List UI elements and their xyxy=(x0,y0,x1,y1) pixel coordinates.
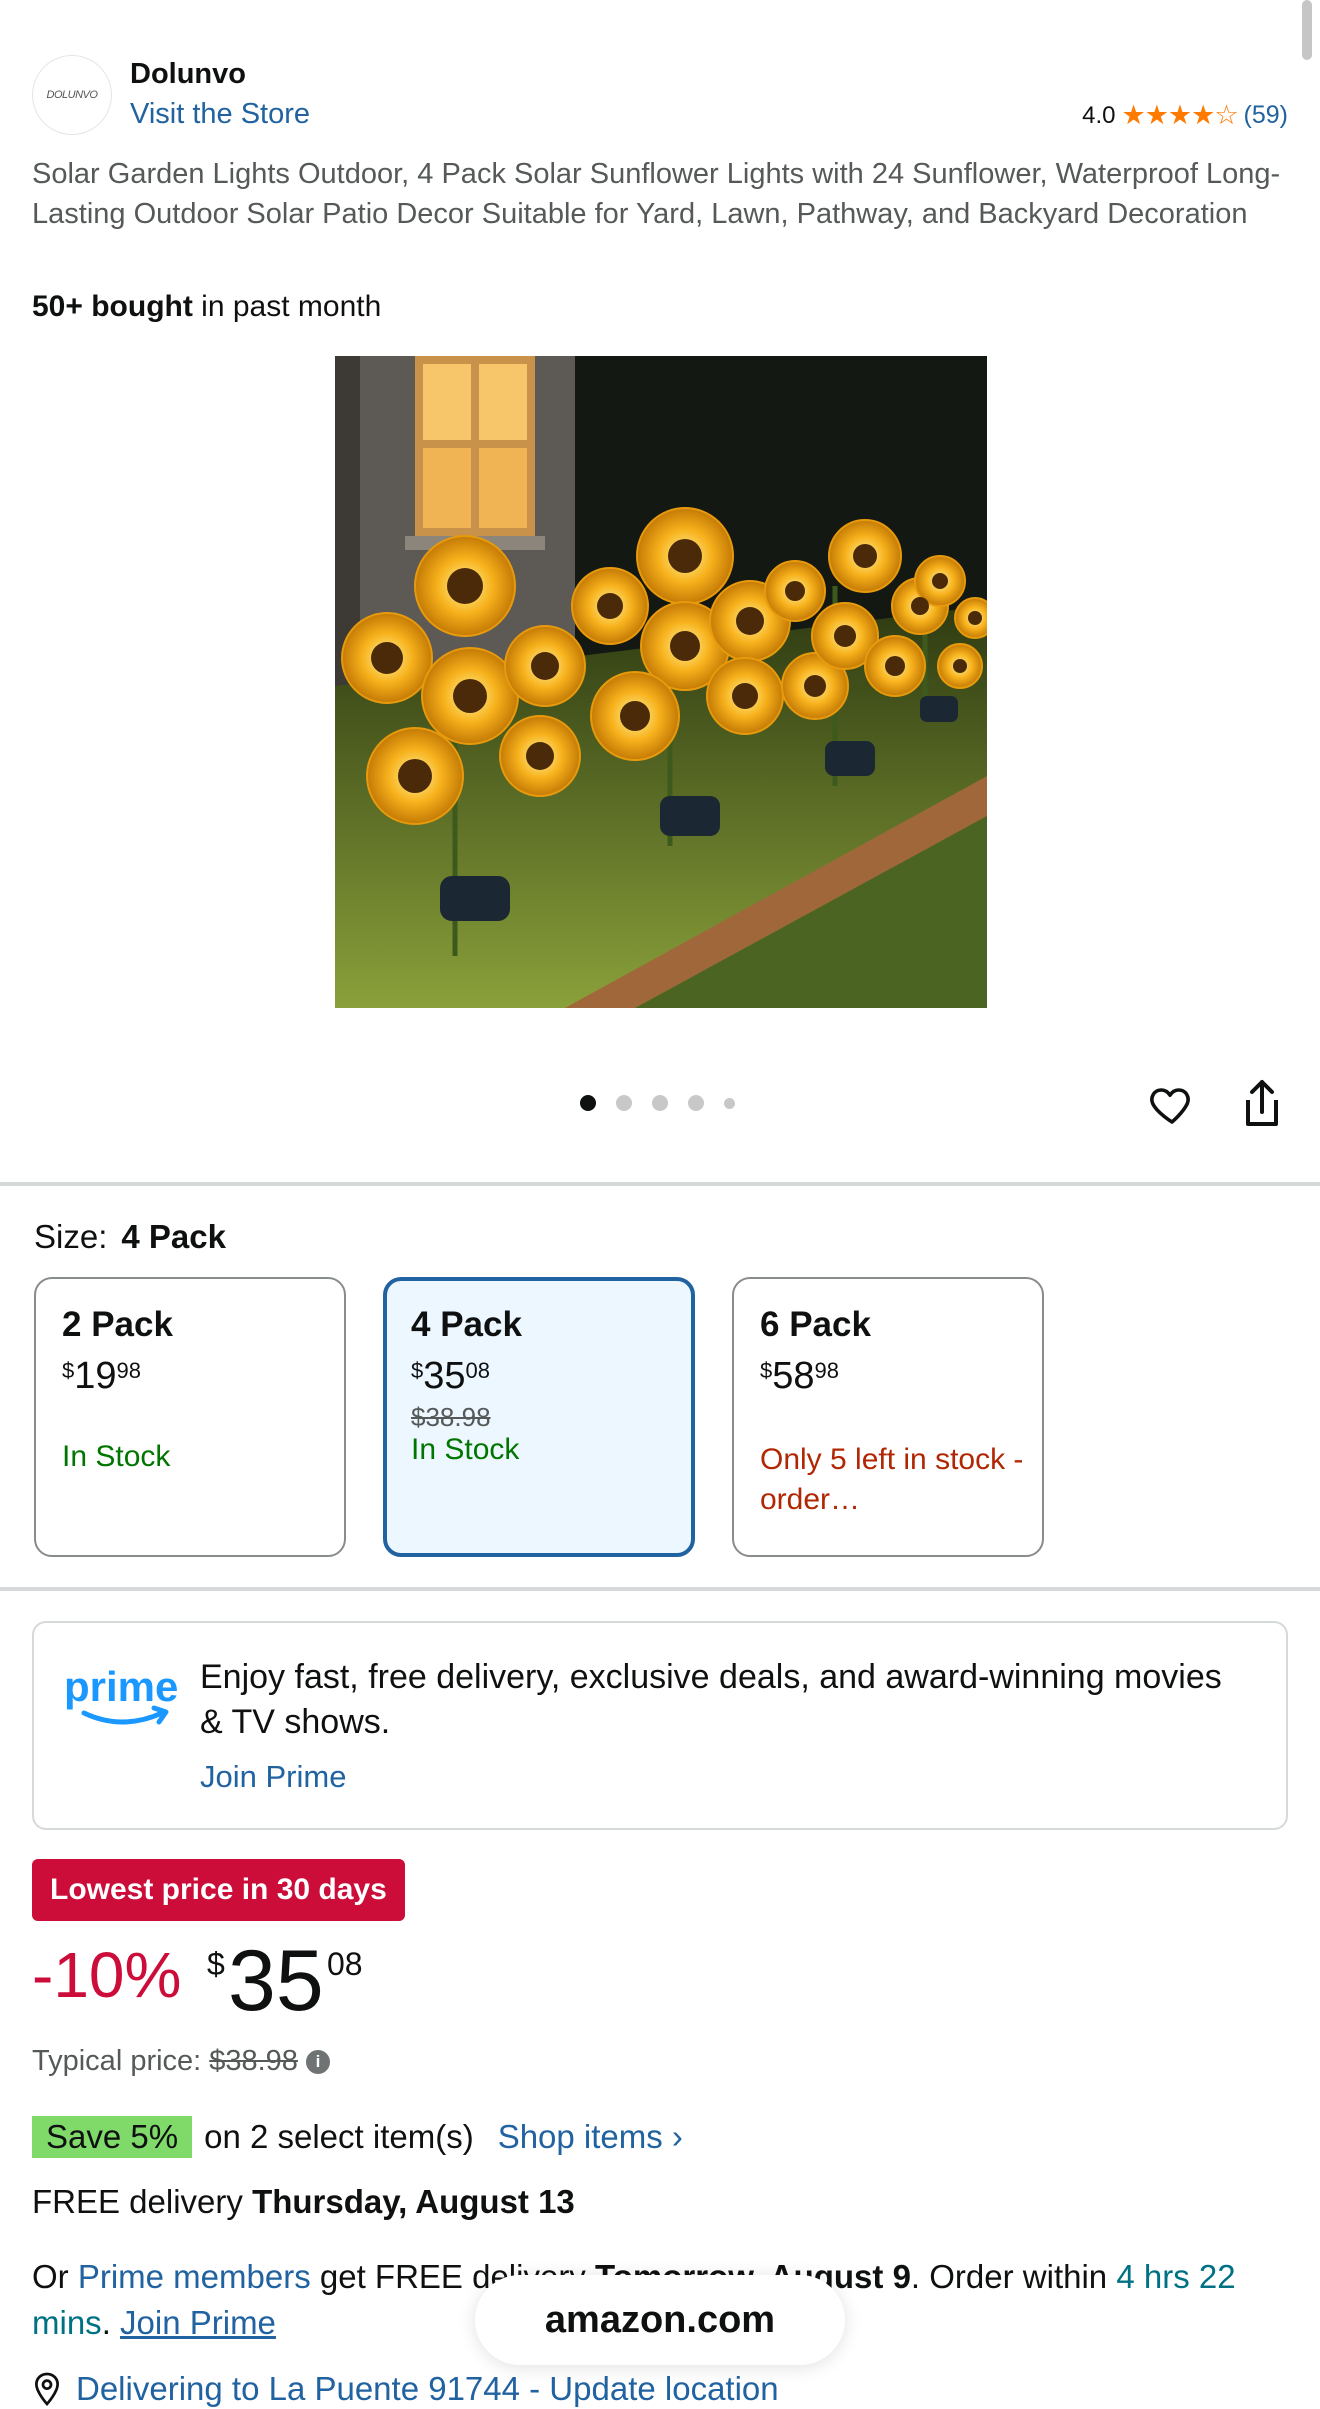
join-prime-inline-link[interactable]: Join Prime xyxy=(120,2304,276,2341)
typical-price-value: $38.98 xyxy=(209,2045,298,2077)
selected-size: 4 Pack xyxy=(121,1218,226,1255)
carousel-dot[interactable] xyxy=(688,1095,704,1111)
bought-count: 50+ bought xyxy=(32,290,193,323)
free-delivery-line: FREE delivery Thursday, August 13 xyxy=(32,2183,575,2221)
prime-logo-icon: prime xyxy=(62,1661,180,1736)
prime-members-link[interactable]: Prime members xyxy=(78,2258,311,2295)
save-text: on 2 select item(s) xyxy=(204,2118,474,2155)
join-prime-link[interactable]: Join Prime xyxy=(200,1759,346,1795)
size-option-stock: In Stock xyxy=(62,1440,171,1473)
sunflower-lights-photo xyxy=(335,356,987,1008)
size-option-stock: In Stock xyxy=(411,1433,520,1466)
size-option-4-pack[interactable]: 4 Pack $3508 $38.98 In Stock xyxy=(383,1277,695,1557)
typical-price-label: Typical price: xyxy=(32,2045,202,2077)
typical-price: Typical price: $38.98 i xyxy=(32,2045,330,2078)
deal-badge: Lowest price in 30 days xyxy=(32,1859,405,1921)
rating-count-link[interactable]: (59) xyxy=(1244,101,1288,130)
size-option-2-pack[interactable]: 2 Pack $1998 In Stock xyxy=(34,1277,346,1557)
svg-text:prime: prime xyxy=(64,1663,178,1710)
rating-stars-icon: ★★★★☆ xyxy=(1121,100,1239,130)
size-option-name: 4 Pack xyxy=(411,1305,522,1344)
heart-icon[interactable] xyxy=(1148,1080,1196,1128)
browser-domain: amazon.com xyxy=(544,2298,776,2341)
prime-promo-text: Enjoy fast, free delivery, exclusive dea… xyxy=(200,1658,1222,1741)
image-carousel-dots[interactable] xyxy=(580,1095,735,1111)
product-image[interactable] xyxy=(335,356,987,1008)
size-option-list-price: $38.98 xyxy=(411,1402,491,1432)
product-title: Solar Garden Lights Outdoor, 4 Pack Sola… xyxy=(32,158,1281,230)
info-icon[interactable]: i xyxy=(305,2049,330,2074)
section-divider xyxy=(0,1182,1320,1186)
discount-percent: -10% xyxy=(32,1939,182,2011)
brand-logo[interactable]: DOLUNVO xyxy=(32,55,112,135)
save-badge: Save 5% xyxy=(32,2116,193,2158)
rating-value: 4.0 xyxy=(1082,101,1116,129)
size-option-price: $5898 xyxy=(760,1355,840,1397)
free-delivery-text: FREE delivery xyxy=(32,2183,253,2220)
rating-summary[interactable]: 4.0 ★★★★☆ (59) xyxy=(1082,100,1288,131)
brand-logo-text: DOLUNVO xyxy=(46,89,98,101)
location-pin-icon xyxy=(34,2372,60,2407)
size-label-text: Size: xyxy=(34,1218,108,1255)
browser-url-pill[interactable]: amazon.com xyxy=(475,2275,845,2365)
price-symbol: $ xyxy=(207,1946,225,1982)
carousel-dot[interactable] xyxy=(580,1095,596,1111)
size-option-stock: Only 5 left in stock - order… xyxy=(760,1443,1024,1516)
size-option-price: $3508 xyxy=(411,1355,491,1397)
prime-promo-card: prime Enjoy fast, free delivery, exclusi… xyxy=(32,1621,1288,1830)
price-whole: 35 xyxy=(228,1933,324,2029)
delivery-location[interactable]: Delivering to La Puente 91744 - Update l… xyxy=(32,2370,779,2408)
carousel-dot[interactable] xyxy=(652,1095,668,1111)
brand-name[interactable]: Dolunvo xyxy=(130,58,246,91)
free-delivery-date: Thursday, August 13 xyxy=(252,2183,575,2220)
scrollbar-thumb[interactable] xyxy=(1302,0,1312,60)
coupon-row: Save 5% on 2 select item(s) Shop items › xyxy=(32,2116,683,2158)
bought-in-past-month: 50+ bought in past month xyxy=(32,290,381,324)
share-icon[interactable] xyxy=(1238,1078,1286,1130)
carousel-dot[interactable] xyxy=(616,1095,632,1111)
carousel-dot[interactable] xyxy=(724,1097,735,1109)
size-label: Size: 4 Pack xyxy=(34,1218,226,1256)
shop-items-link[interactable]: Shop items › xyxy=(498,2118,683,2156)
section-divider xyxy=(0,1587,1320,1591)
size-option-6-pack[interactable]: 6 Pack $5898 Only 5 left in stock - orde… xyxy=(732,1277,1044,1557)
price-fraction: 08 xyxy=(327,1946,363,1982)
size-option-name: 2 Pack xyxy=(62,1305,173,1344)
bought-rest: in past month xyxy=(192,290,382,323)
visit-store-link[interactable]: Visit the Store xyxy=(130,98,310,131)
size-option-name: 6 Pack xyxy=(760,1305,871,1344)
delivery-location-text: Delivering to La Puente 91744 - Update l… xyxy=(76,2370,779,2407)
size-option-price: $1998 xyxy=(62,1355,142,1397)
